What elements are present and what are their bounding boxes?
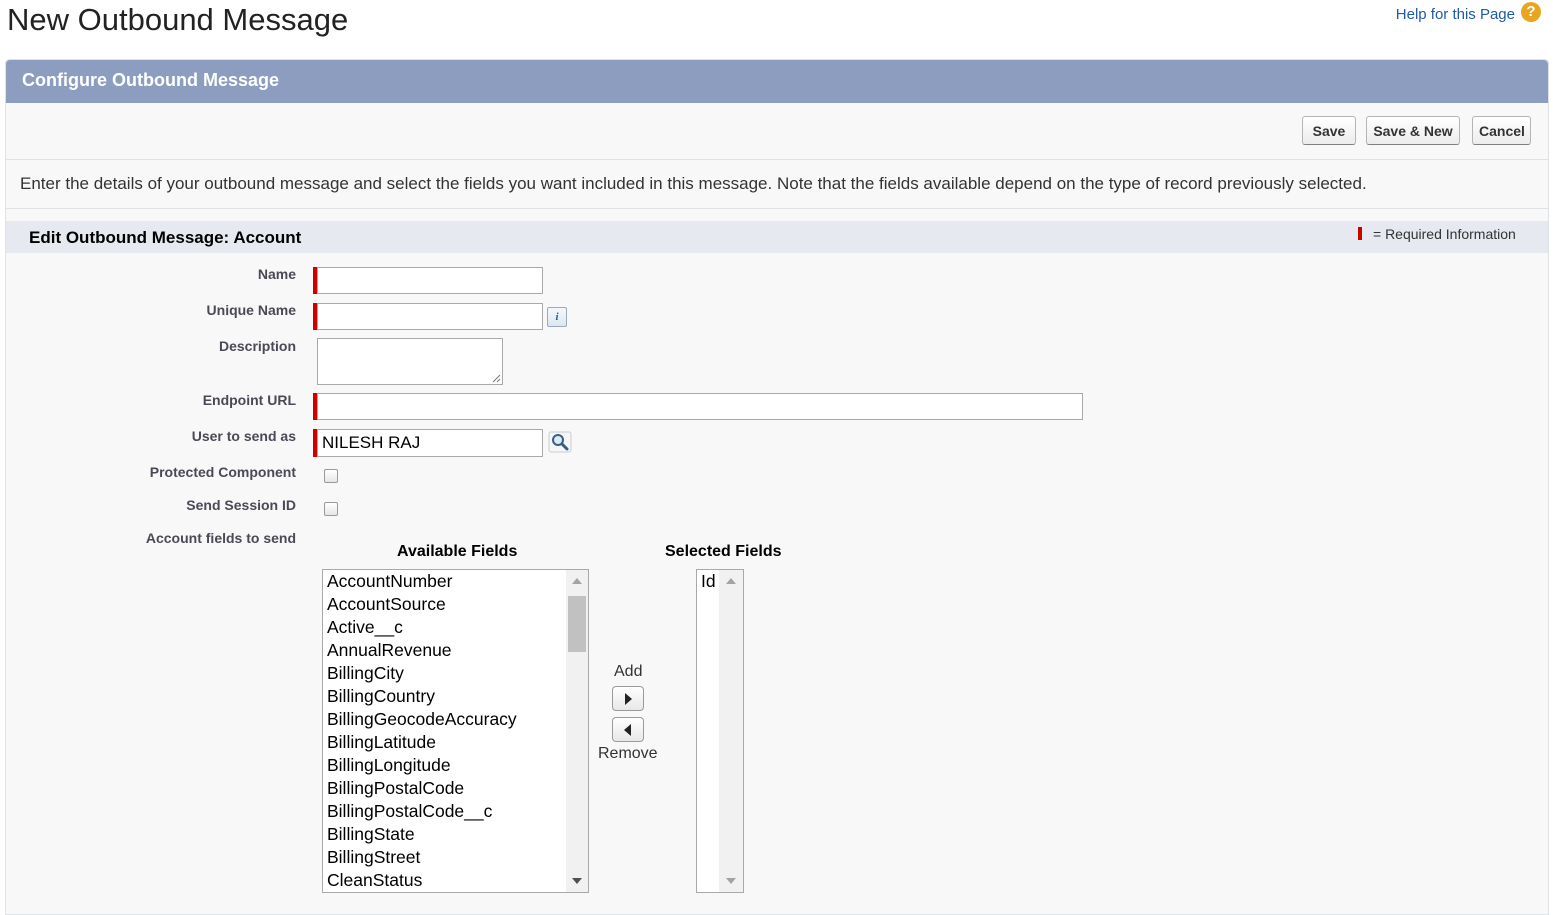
list-item[interactable]: AccountNumber — [327, 570, 452, 593]
available-fields-listbox[interactable]: AccountNumber AccountSource Active__c An… — [322, 569, 589, 893]
lookup-icon[interactable] — [548, 431, 572, 453]
help-link[interactable]: Help for this Page — [1396, 6, 1515, 24]
arrow-right-icon — [625, 693, 632, 705]
scroll-up-icon[interactable] — [726, 578, 736, 584]
list-item[interactable]: AccountSource — [327, 593, 446, 616]
list-item[interactable]: BillingCountry — [327, 685, 435, 708]
remove-label: Remove — [598, 745, 658, 762]
arrow-left-icon — [624, 724, 631, 736]
divider — [6, 159, 1548, 160]
list-item[interactable]: BillingPostalCode — [327, 777, 464, 800]
list-item[interactable]: BillingPostalCode__c — [327, 800, 492, 823]
list-item[interactable]: BillingCity — [327, 662, 404, 685]
panel-header: Configure Outbound Message — [6, 60, 1548, 103]
list-item[interactable]: BillingLatitude — [327, 731, 436, 754]
protected-component-checkbox[interactable] — [324, 469, 338, 483]
required-legend: = Required Information — [1373, 226, 1516, 242]
save-and-new-button[interactable]: Save & New — [1366, 116, 1460, 145]
cancel-button[interactable]: Cancel — [1472, 116, 1531, 145]
info-icon[interactable]: i — [547, 307, 567, 327]
description-textarea[interactable] — [317, 338, 503, 385]
description-label: Description — [218, 338, 296, 354]
add-label: Add — [614, 663, 643, 680]
section-header: Edit Outbound Message: Account = Require… — [6, 221, 1548, 253]
configure-panel: Configure Outbound Message Save Save & N… — [5, 59, 1549, 915]
user-to-send-as-input[interactable] — [317, 429, 543, 457]
list-item[interactable]: BillingLongitude — [327, 754, 451, 777]
add-button[interactable] — [612, 686, 644, 711]
save-button[interactable]: Save — [1302, 116, 1356, 145]
scroll-down-icon[interactable] — [572, 878, 582, 884]
list-item[interactable]: BillingGeocodeAccuracy — [327, 708, 517, 731]
unique-name-label: Unique Name — [206, 302, 296, 318]
endpoint-url-input[interactable] — [317, 393, 1083, 420]
section-title: Edit Outbound Message: Account — [29, 228, 302, 247]
list-item[interactable]: CleanStatus — [327, 869, 422, 892]
list-item[interactable]: Id — [701, 570, 716, 593]
name-label: Name — [257, 266, 296, 282]
fields-to-send-label: Account fields to send — [145, 530, 296, 546]
scroll-down-icon[interactable] — [726, 878, 736, 884]
selected-fields-heading: Selected Fields — [665, 543, 782, 560]
help-icon[interactable]: ? — [1521, 2, 1541, 22]
list-item[interactable]: BillingState — [327, 823, 415, 846]
protected-component-label: Protected Component — [149, 464, 296, 480]
endpoint-url-label: Endpoint URL — [202, 392, 296, 408]
send-session-id-checkbox[interactable] — [324, 502, 338, 516]
required-indicator-icon — [1358, 227, 1362, 240]
divider — [6, 208, 1548, 209]
selected-fields-scrollbar[interactable] — [719, 570, 743, 892]
instructions-text: Enter the details of your outbound messa… — [20, 174, 1367, 193]
name-input[interactable] — [317, 267, 543, 294]
page-title: New Outbound Message — [7, 2, 349, 37]
available-fields-heading: Available Fields — [397, 543, 518, 560]
remove-button[interactable] — [612, 717, 644, 742]
list-item[interactable]: AnnualRevenue — [327, 639, 452, 662]
send-session-id-label: Send Session ID — [186, 497, 296, 513]
resize-grip-icon[interactable] — [491, 373, 501, 383]
list-item[interactable]: BillingStreet — [327, 846, 420, 869]
scroll-up-icon[interactable] — [572, 578, 582, 584]
panel-title: Configure Outbound Message — [22, 70, 280, 90]
user-to-send-as-label: User to send as — [191, 428, 296, 444]
available-fields-scrollbar[interactable] — [566, 570, 588, 892]
list-item[interactable]: Active__c — [327, 616, 403, 639]
scroll-thumb[interactable] — [568, 596, 586, 652]
selected-fields-listbox[interactable]: Id — [696, 569, 744, 893]
unique-name-input[interactable] — [317, 303, 543, 330]
